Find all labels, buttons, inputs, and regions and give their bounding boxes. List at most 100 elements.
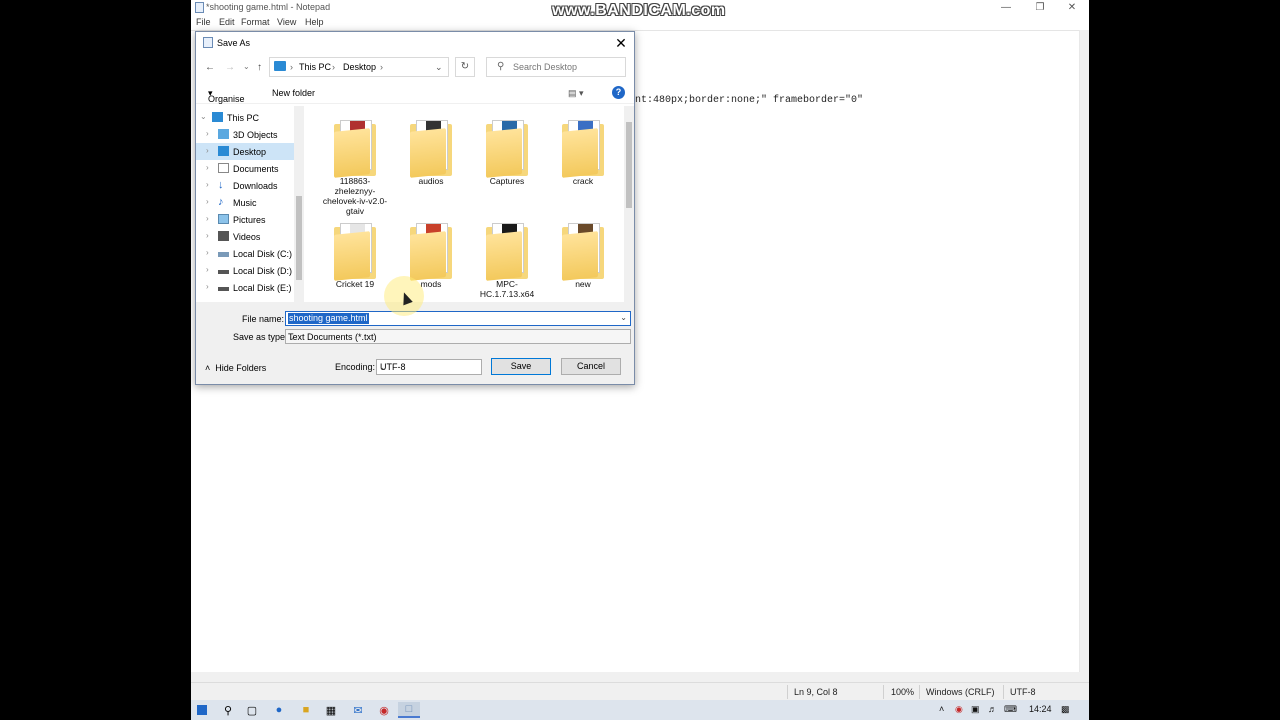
new-folder-button[interactable]: New folder — [272, 88, 315, 98]
tree-item-downloads[interactable]: › ↓ Downloads — [196, 177, 294, 194]
status-separator — [787, 685, 788, 699]
folder-label: 118863-zheleznyy-chelovek-iv-v2.0-gtaiv — [322, 176, 388, 216]
address-bar[interactable]: › This PC › Desktop › ⌄ — [269, 57, 449, 77]
organise-label: Organise — [208, 94, 245, 104]
tray-chevron-icon[interactable]: ˄ — [939, 704, 944, 714]
disk-icon — [218, 270, 229, 274]
forward-arrow-icon[interactable]: → — [225, 62, 235, 73]
encoding-select[interactable]: UTF-8 ⌄ — [376, 359, 482, 375]
chevron-right-icon[interactable]: › — [206, 231, 209, 240]
keyboard-icon[interactable]: ⌨ — [1004, 704, 1017, 715]
chevron-right-icon[interactable]: › — [206, 265, 209, 274]
navigation-scrollbar[interactable] — [294, 106, 304, 302]
volume-icon[interactable]: ♬ — [988, 704, 997, 714]
downloads-icon: ↓ — [218, 179, 224, 191]
tree-item-this-pc[interactable]: ⌄ This PC — [196, 109, 294, 126]
bandicam-icon[interactable]: ◉ — [373, 702, 395, 718]
close-button[interactable]: ✕ — [1057, 0, 1087, 16]
tree-item-label: Pictures — [233, 215, 266, 225]
menu-help[interactable]: Help — [305, 17, 324, 27]
chevron-down-icon[interactable]: ⌄ — [200, 112, 207, 121]
view-options-icon[interactable]: ▤ ▾ — [568, 88, 584, 99]
record-icon[interactable]: ◉ — [955, 704, 963, 715]
chevron-right-icon[interactable]: › — [206, 248, 209, 257]
back-arrow-icon[interactable]: ← — [205, 62, 215, 73]
start-icon[interactable] — [191, 702, 213, 718]
organise-button[interactable]: Organise ▾ — [208, 88, 245, 104]
clock[interactable]: 14:24 — [1029, 704, 1052, 714]
cancel-button[interactable]: Cancel — [561, 358, 621, 375]
mail-icon[interactable]: ✉ — [347, 702, 369, 718]
chevron-down-icon[interactable]: ⌄ — [380, 362, 478, 373]
menu-format[interactable]: Format — [241, 17, 270, 27]
search-placeholder: Search Desktop — [513, 62, 578, 72]
chevron-down-icon[interactable]: ⌄ — [288, 332, 627, 343]
hide-folders-button[interactable]: ˄ Hide Folders — [205, 363, 266, 373]
folder-item[interactable]: Cricket 19 — [320, 213, 390, 313]
tree-item-documents[interactable]: › Documents — [196, 160, 294, 177]
chevron-right-icon[interactable]: › — [206, 282, 209, 291]
save-type-select[interactable]: Text Documents (*.txt) ⌄ — [285, 329, 631, 344]
tree-item-videos[interactable]: › Videos — [196, 228, 294, 245]
file-list-scrollbar[interactable] — [624, 106, 634, 302]
task-view-icon[interactable]: ▢ — [241, 702, 263, 718]
status-separator — [883, 685, 884, 699]
chevron-right-icon[interactable]: › — [206, 180, 209, 189]
chevron-right-icon[interactable]: › — [206, 214, 209, 223]
tree-item-pictures[interactable]: › Pictures — [196, 211, 294, 228]
save-as-dialog: Save As ✕ ← → ⌄ ↑ › This PC › Desktop › … — [195, 31, 635, 385]
search-icon[interactable]: ⚲ — [217, 702, 239, 718]
chevron-down-icon[interactable]: ⌄ — [620, 313, 627, 322]
folder-item[interactable]: 118863-zheleznyy-chelovek-iv-v2.0-gtaiv — [320, 110, 390, 216]
folder-item[interactable]: crack — [548, 110, 618, 210]
tree-item-local-disk-e[interactable]: › Local Disk (E:) — [196, 279, 294, 296]
scrollbar-thumb[interactable] — [296, 196, 302, 280]
desktop-icon — [218, 146, 229, 156]
tree-item-music[interactable]: › ♪ Music — [196, 194, 294, 211]
maximize-button[interactable]: ❐ — [1025, 0, 1055, 16]
chevron-right-icon[interactable]: › — [206, 146, 209, 155]
horizontal-scrollbar[interactable] — [191, 672, 1089, 682]
folder-item[interactable]: MPC-HC.1.7.13.x64 — [472, 213, 542, 313]
save-button[interactable]: Save — [491, 358, 551, 375]
file-name-input[interactable]: shooting game.html ⌄ — [285, 311, 631, 326]
file-explorer-icon[interactable]: ■ — [295, 702, 317, 718]
chevron-right-icon[interactable]: › — [206, 129, 209, 138]
tree-item-3d-objects[interactable]: › 3D Objects — [196, 126, 294, 143]
chevron-down-icon[interactable]: ⌄ — [435, 62, 443, 73]
notepad-taskbar-icon[interactable]: □ — [398, 702, 420, 718]
folder-item[interactable]: new — [548, 213, 618, 313]
search-input[interactable]: ⚲ Search Desktop — [486, 57, 626, 77]
tree-item-desktop[interactable]: › Desktop — [196, 143, 294, 160]
dialog-toolbar: Organise ▾ New folder ▤ ▾ ? — [196, 82, 634, 104]
pc-icon — [212, 112, 223, 122]
chevron-right-icon[interactable]: › — [206, 163, 209, 172]
menu-edit[interactable]: Edit — [219, 17, 235, 27]
status-encoding: UTF-8 — [1010, 687, 1036, 697]
store-icon[interactable]: ▦ — [320, 702, 342, 718]
help-icon[interactable]: ? — [612, 86, 625, 99]
menu-file[interactable]: File — [196, 17, 211, 27]
folder-item[interactable]: Captures — [472, 110, 542, 210]
tree-item-local-disk-d[interactable]: › Local Disk (D:) — [196, 262, 294, 279]
chevron-right-icon[interactable]: › — [206, 197, 209, 206]
vertical-scrollbar[interactable] — [1079, 30, 1089, 672]
breadcrumb-desktop[interactable]: Desktop — [343, 62, 376, 72]
pc-icon — [274, 61, 286, 71]
refresh-button[interactable]: ↻ — [455, 57, 475, 77]
pictures-icon — [218, 214, 229, 224]
edge-icon[interactable]: ● — [268, 702, 290, 718]
menu-view[interactable]: View — [277, 17, 296, 27]
navigation-pane: ⌄ This PC › 3D Objects › Desktop › Docum… — [196, 106, 306, 302]
up-arrow-icon[interactable]: ↑ — [257, 62, 262, 73]
network-icon[interactable]: ▣ — [971, 704, 980, 715]
minimize-button[interactable]: — — [991, 0, 1021, 16]
tree-item-local-disk-c[interactable]: › Local Disk (C:) — [196, 245, 294, 262]
breadcrumb-this-pc[interactable]: This PC — [299, 62, 331, 72]
breadcrumb-separator-icon: › — [290, 62, 293, 72]
scrollbar-thumb[interactable] — [626, 122, 632, 208]
dialog-close-button[interactable]: ✕ — [612, 34, 630, 52]
notifications-icon[interactable]: ▩ — [1061, 704, 1070, 715]
recent-chevron-icon[interactable]: ⌄ — [243, 62, 250, 71]
folder-item[interactable]: audios — [396, 110, 466, 210]
